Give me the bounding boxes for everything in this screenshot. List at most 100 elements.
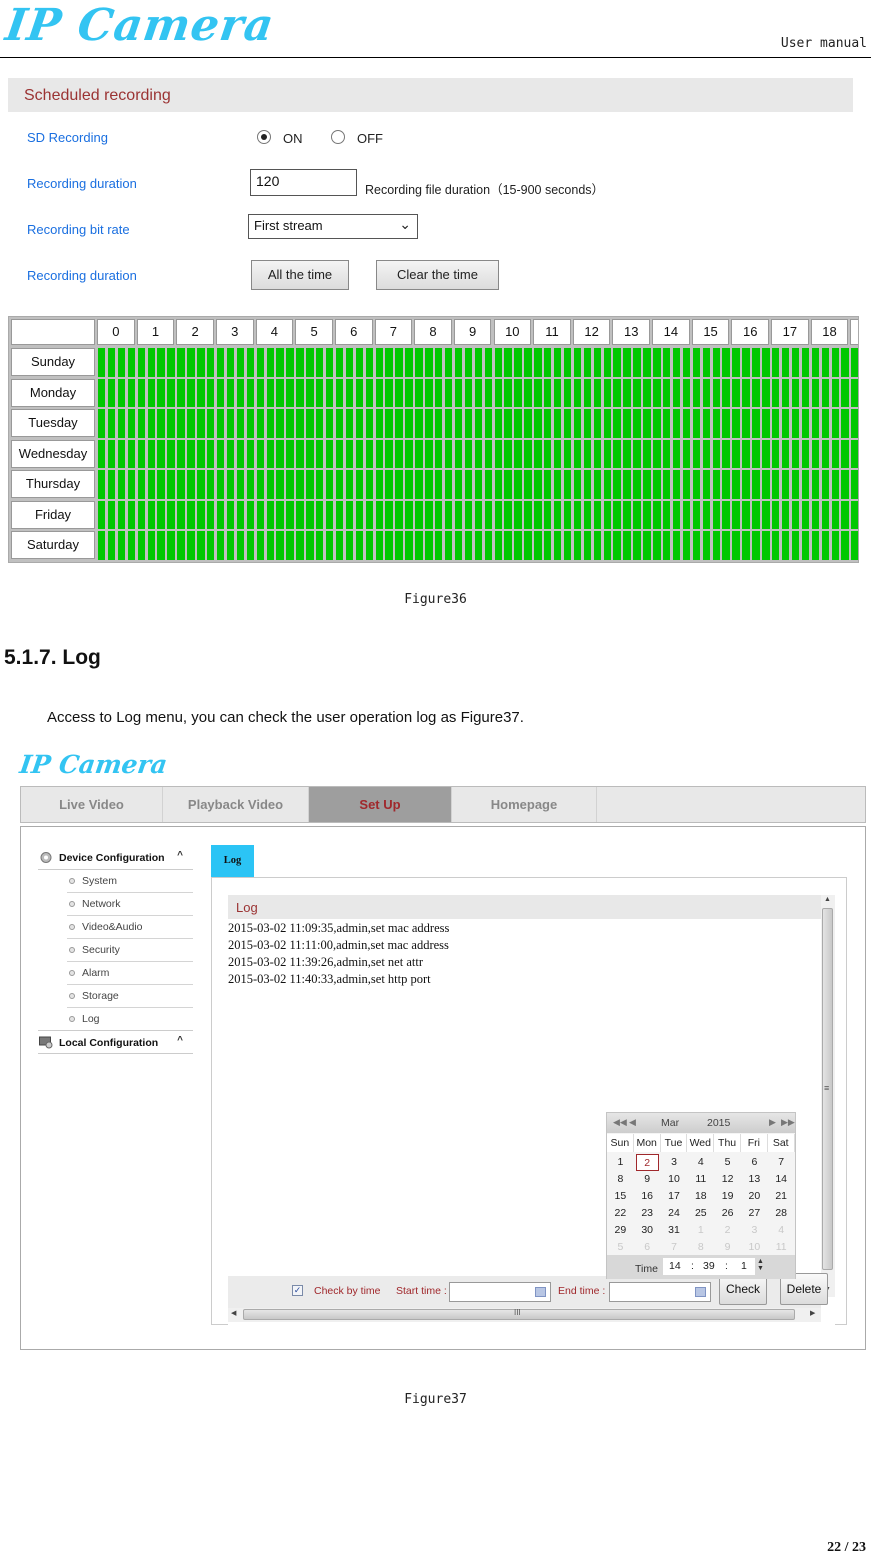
schedule-slot[interactable] [464,500,473,529]
schedule-slot[interactable] [672,470,681,499]
schedule-slot[interactable] [415,500,423,529]
schedule-slot[interactable] [365,409,374,438]
schedule-slot[interactable] [762,439,770,468]
calendar-day[interactable]: 19 [716,1188,739,1205]
schedule-slot[interactable] [216,378,225,407]
schedule-slot[interactable] [801,500,810,529]
schedule-slot[interactable] [593,348,602,377]
schedule-slot[interactable] [266,500,274,529]
schedule-slot[interactable] [454,500,463,529]
schedule-slot[interactable] [325,409,334,438]
schedule-slot[interactable] [236,348,245,377]
prev-year-icon[interactable]: ◀◀ [613,1117,627,1128]
schedule-slot[interactable] [316,409,324,438]
schedule-slot[interactable] [444,378,453,407]
check-by-time-checkbox[interactable]: ✓ [292,1285,303,1296]
schedule-slot[interactable] [435,348,443,377]
schedule-slot[interactable] [762,348,770,377]
schedule-slot[interactable] [563,531,572,560]
schedule-slot[interactable] [772,348,780,377]
schedule-slot[interactable] [762,531,770,560]
schedule-slot[interactable] [464,470,473,499]
schedule-slot[interactable] [226,378,235,407]
schedule-slot[interactable] [117,531,126,560]
schedule-slot[interactable] [682,439,691,468]
schedule-slot[interactable] [147,470,155,499]
schedule-slot[interactable] [256,500,264,529]
schedule-slot[interactable] [811,531,820,560]
schedule-slot[interactable] [524,470,532,499]
schedule-slot[interactable] [752,500,760,529]
schedule-slot[interactable] [613,348,621,377]
schedule-slot[interactable] [732,531,740,560]
schedule-slot[interactable] [425,531,433,560]
schedule-slot[interactable] [276,439,284,468]
schedule-slot[interactable] [752,378,760,407]
calendar-day-other-month[interactable]: 1 [689,1222,712,1239]
schedule-slot[interactable] [663,378,671,407]
schedule-slot[interactable] [435,470,443,499]
schedule-slot[interactable] [187,409,195,438]
schedule-slot[interactable] [821,500,830,529]
schedule-slot[interactable] [266,378,274,407]
schedule-slot[interactable] [524,348,532,377]
schedule-slot[interactable] [672,500,681,529]
schedule-slot[interactable] [821,470,830,499]
schedule-slot[interactable] [137,378,146,407]
schedule-slot[interactable] [256,439,264,468]
schedule-slot[interactable] [781,348,790,377]
schedule-slot[interactable] [385,409,393,438]
time-minute[interactable]: 39 [703,1260,715,1272]
all-the-time-button[interactable]: All the time [251,260,349,290]
schedule-slot[interactable] [603,500,611,529]
schedule-slot[interactable] [365,470,374,499]
schedule-slot[interactable] [613,500,621,529]
schedule-slot[interactable] [117,409,126,438]
schedule-slot[interactable] [682,378,691,407]
collapse-caret-icon[interactable]: ^ [177,1035,183,1046]
schedule-slot[interactable] [692,348,701,377]
schedule-slot[interactable] [256,378,264,407]
schedule-slot[interactable] [187,500,195,529]
schedule-slot[interactable] [544,378,552,407]
schedule-slot[interactable] [712,409,720,438]
schedule-slot[interactable] [167,470,175,499]
schedule-slot[interactable] [841,439,849,468]
next-year-icon[interactable]: ▶▶ [781,1117,795,1128]
schedule-slot[interactable] [375,500,383,529]
schedule-slot[interactable] [266,470,274,499]
schedule-slot[interactable] [444,500,453,529]
schedule-slot[interactable] [742,500,750,529]
schedule-slot[interactable] [207,439,215,468]
calendar-day[interactable]: 1 [609,1154,632,1171]
schedule-slot[interactable] [534,500,542,529]
schedule-slot[interactable] [682,531,691,560]
calendar-day[interactable]: 25 [689,1205,712,1222]
schedule-slot[interactable] [534,409,542,438]
schedule-slot[interactable] [762,470,770,499]
sd-recording-on-radio[interactable] [257,130,271,144]
schedule-slot[interactable] [583,531,592,560]
schedule-slot[interactable] [672,531,681,560]
schedule-slot[interactable] [107,348,116,377]
schedule-slot[interactable] [504,470,512,499]
schedule-slot[interactable] [395,348,403,377]
schedule-slot[interactable] [335,500,344,529]
schedule-slot[interactable] [246,409,255,438]
sidebar-item-system[interactable]: System [67,870,193,893]
schedule-slot[interactable] [365,378,374,407]
schedule-slot[interactable] [553,439,562,468]
schedule-slot[interactable] [524,378,532,407]
schedule-slot[interactable] [266,439,274,468]
schedule-slot[interactable] [623,439,631,468]
schedule-slot[interactable] [722,500,730,529]
schedule-slot[interactable] [712,500,720,529]
schedule-slot[interactable] [791,439,800,468]
schedule-slot[interactable] [524,531,532,560]
schedule-slot[interactable] [197,409,205,438]
schedule-slot[interactable] [553,378,562,407]
schedule-slot[interactable] [663,439,671,468]
schedule-slot[interactable] [415,378,423,407]
schedule-slot[interactable] [791,378,800,407]
calendar-day-other-month[interactable]: 6 [636,1239,659,1256]
